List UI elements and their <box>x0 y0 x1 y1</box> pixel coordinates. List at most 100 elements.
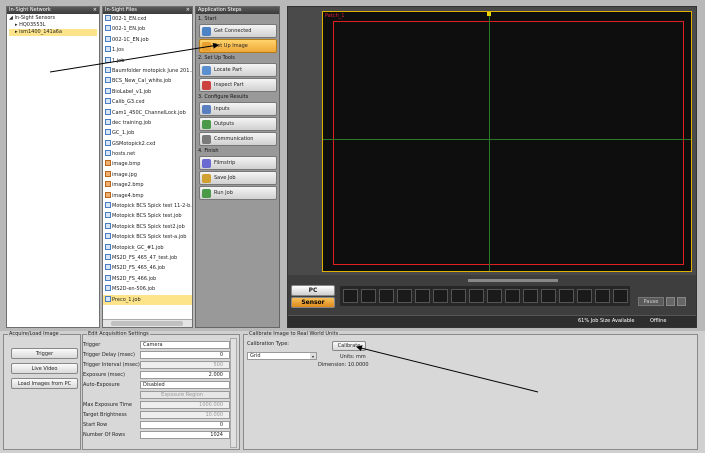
setting-value-field[interactable]: 10.000 <box>140 411 230 419</box>
step-button-locate-part[interactable]: Locate Part <box>199 63 277 77</box>
filmstrip-frame[interactable] <box>505 289 520 303</box>
setting-value-field[interactable]: Camera <box>140 341 230 349</box>
step-button-communication[interactable]: Communication <box>199 132 277 146</box>
setting-value-field[interactable]: 0 <box>140 351 230 359</box>
horizontal-scrollbar[interactable] <box>103 319 192 327</box>
filmstrip-frame[interactable] <box>541 289 556 303</box>
file-item[interactable]: 1.jos <box>103 45 192 55</box>
setting-value-field[interactable]: 1000.000 <box>140 401 230 409</box>
filmstrip-frame[interactable] <box>451 289 466 303</box>
setting-value-field[interactable]: Disabled <box>140 381 230 389</box>
file-item[interactable]: Motopick BCS Spick test 11-2-b... <box>103 201 192 211</box>
setting-row: Max Exposure Time 1000.000 <box>83 401 238 410</box>
setting-value-field[interactable]: 1024 <box>140 431 230 439</box>
filmstrip-slider[interactable] <box>468 279 558 282</box>
filmstrip-frame[interactable] <box>595 289 610 303</box>
file-name: Calib_G3.cxd <box>112 99 145 106</box>
setting-value-field[interactable]: 500 <box>140 361 230 369</box>
pause-button[interactable]: Pause <box>638 297 664 306</box>
file-item[interactable]: image2.bmp <box>103 180 192 190</box>
trigger-button[interactable]: Trigger <box>11 348 78 359</box>
filmstrip-frame[interactable] <box>613 289 628 303</box>
file-item[interactable]: Motopick BCS Spick test-a.job <box>103 232 192 242</box>
file-item[interactable]: 002-1_EN.cxd <box>103 14 192 24</box>
file-item[interactable]: image4.bmp <box>103 191 192 201</box>
region-handle[interactable] <box>487 12 491 16</box>
setting-value-field[interactable]: 0 <box>140 421 230 429</box>
calibration-type-select[interactable]: Grid ▾ <box>247 352 317 360</box>
filmstrip-frame[interactable] <box>577 289 592 303</box>
file-item[interactable]: MS2D-en-506.job <box>103 284 192 294</box>
file-item[interactable]: hosts.net <box>103 149 192 159</box>
image-canvas[interactable]: Patch_1 <box>322 11 692 272</box>
file-item[interactable]: 002-1_EN.job <box>103 24 192 34</box>
file-item[interactable]: GC_1.job <box>103 128 192 138</box>
file-item[interactable]: Motopick BCS Spick test2.job <box>103 222 192 232</box>
step-button-run-job[interactable]: Run Job <box>199 186 277 200</box>
filmstrip-frame[interactable] <box>397 289 412 303</box>
step-icon <box>202 159 211 168</box>
step-button-outputs[interactable]: Outputs <box>199 117 277 131</box>
tree-item-ism1400[interactable]: ▸ ism1400_141a6a <box>9 29 97 36</box>
step-button-inputs[interactable]: Inputs <box>199 102 277 116</box>
file-item[interactable]: MS2D_FS_466.job <box>103 274 192 284</box>
step-icon <box>202 105 211 114</box>
step-section-label: 1. Start <box>198 16 217 22</box>
sensor-button[interactable]: Sensor <box>291 297 335 308</box>
file-name: Cam1_450C_ChannelLock.job <box>112 109 186 116</box>
pc-button[interactable]: PC <box>291 285 335 296</box>
file-item[interactable]: Calib_G3.cxd <box>103 97 192 107</box>
file-item[interactable]: 002-1C_EN.job <box>103 35 192 45</box>
file-item[interactable]: Preco_1.job <box>103 294 192 305</box>
setting-row: Trigger Interval (msec) 500 <box>83 361 238 370</box>
setting-value-field[interactable]: Exposure Region <box>140 391 230 399</box>
filmstrip-frame[interactable] <box>379 289 394 303</box>
file-name: MS2D_FS_465_47_test.job <box>112 254 178 261</box>
step-button-inspect-part[interactable]: Inspect Part <box>199 78 277 92</box>
file-item[interactable]: Motopick BCS Spick test.job <box>103 211 192 221</box>
settings-scrollbar[interactable] <box>230 338 237 448</box>
tree-item-sensors[interactable]: ◢ In-Sight Sensors <box>9 15 97 22</box>
clear-icon[interactable] <box>677 297 686 306</box>
filmstrip-frame[interactable] <box>343 289 358 303</box>
file-item[interactable]: GSMotopick2.cxd <box>103 139 192 149</box>
close-icon[interactable]: × <box>93 7 97 14</box>
file-icon <box>105 56 111 63</box>
in-sight-files-panel: In-Sight Files × 002-1_EN.cxd 002-1_EN.job… <box>102 6 193 328</box>
file-item[interactable]: Cam1_450C_ChannelLock.job <box>103 108 192 118</box>
load-images-button[interactable]: Load Images from PC <box>11 378 78 389</box>
file-item[interactable]: image.bmp <box>103 159 192 169</box>
setting-value-field[interactable]: 2.000 <box>140 371 230 379</box>
file-item[interactable]: BCS_New_Cal_white.job <box>103 76 192 86</box>
filmstrip-frame[interactable] <box>415 289 430 303</box>
calibrate-button[interactable]: Calibrate <box>332 341 366 351</box>
filmstrip-frame[interactable] <box>523 289 538 303</box>
file-item[interactable]: MS2D_FS_465_46.job <box>103 263 192 273</box>
close-icon[interactable]: × <box>186 7 190 14</box>
file-item[interactable]: dec training.job <box>103 118 192 128</box>
filmstrip-frame[interactable] <box>433 289 448 303</box>
setting-row: Auto-Exposure Disabled <box>83 381 238 390</box>
tree-item-hq03553l[interactable]: ▸ HQ03553L <box>9 22 97 29</box>
acquire-group: Acquire/Load Image Trigger Live Video Lo… <box>3 331 81 450</box>
filmstrip-frame[interactable] <box>361 289 376 303</box>
file-item[interactable]: Motopick_GC_#1.job <box>103 243 192 253</box>
step-button-save-job[interactable]: Save Job <box>199 171 277 185</box>
live-video-button[interactable]: Live Video <box>11 363 78 374</box>
delete-icon[interactable] <box>666 297 675 306</box>
region-box[interactable] <box>333 21 684 265</box>
file-icon <box>105 170 111 177</box>
file-item[interactable]: 1.job <box>103 56 192 66</box>
step-button-filmstrip[interactable]: Filmstrip <box>199 156 277 170</box>
step-button-set-up-image[interactable]: Set Up Image <box>199 39 277 53</box>
filmstrip-frames <box>340 286 630 306</box>
file-icon <box>105 139 111 146</box>
filmstrip-frame[interactable] <box>559 289 574 303</box>
file-item[interactable]: MS2D_FS_465_47_test.job <box>103 253 192 263</box>
file-item[interactable]: BioLabel_v1.job <box>103 87 192 97</box>
file-item[interactable]: Baumfolder motopick June 201... <box>103 66 192 76</box>
step-button-get-connected[interactable]: Get Connected <box>199 24 277 38</box>
file-item[interactable]: image.jpg <box>103 170 192 180</box>
filmstrip-frame[interactable] <box>469 289 484 303</box>
filmstrip-frame[interactable] <box>487 289 502 303</box>
